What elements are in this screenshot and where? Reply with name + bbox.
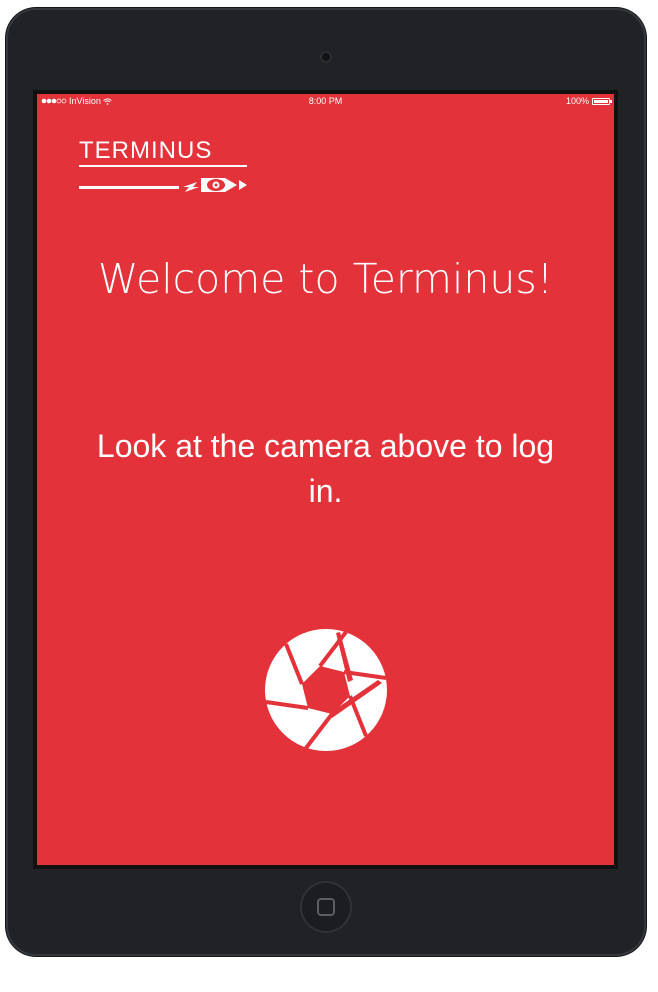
battery-icon (592, 97, 612, 105)
login-instruction: Look at the camera above to log in. (96, 428, 555, 509)
status-right: 100% (565, 94, 612, 108)
home-button[interactable] (300, 881, 352, 933)
logo-underline (79, 165, 247, 167)
battery-fill (594, 99, 608, 103)
tablet-frame: InVision 8:00 PM 100% TERMINUS Welcome t… (6, 8, 646, 956)
status-bar: InVision 8:00 PM 100% (37, 94, 614, 108)
camera-shutter-icon[interactable] (265, 629, 387, 751)
eye-logo-icon (79, 178, 247, 192)
app-screen: InVision 8:00 PM 100% TERMINUS Welcome t… (37, 94, 614, 865)
battery-percent: 100% (565, 96, 589, 106)
front-camera (320, 51, 332, 63)
home-button-icon (317, 898, 335, 916)
welcome-heading: Welcome to Terminus! (97, 255, 554, 303)
logo-wordmark: TERMINUS (79, 137, 213, 164)
screen-bezel: InVision 8:00 PM 100% TERMINUS Welcome t… (33, 90, 618, 869)
terminus-logo: TERMINUS (79, 136, 254, 198)
status-time: 8:00 PM (308, 96, 343, 106)
